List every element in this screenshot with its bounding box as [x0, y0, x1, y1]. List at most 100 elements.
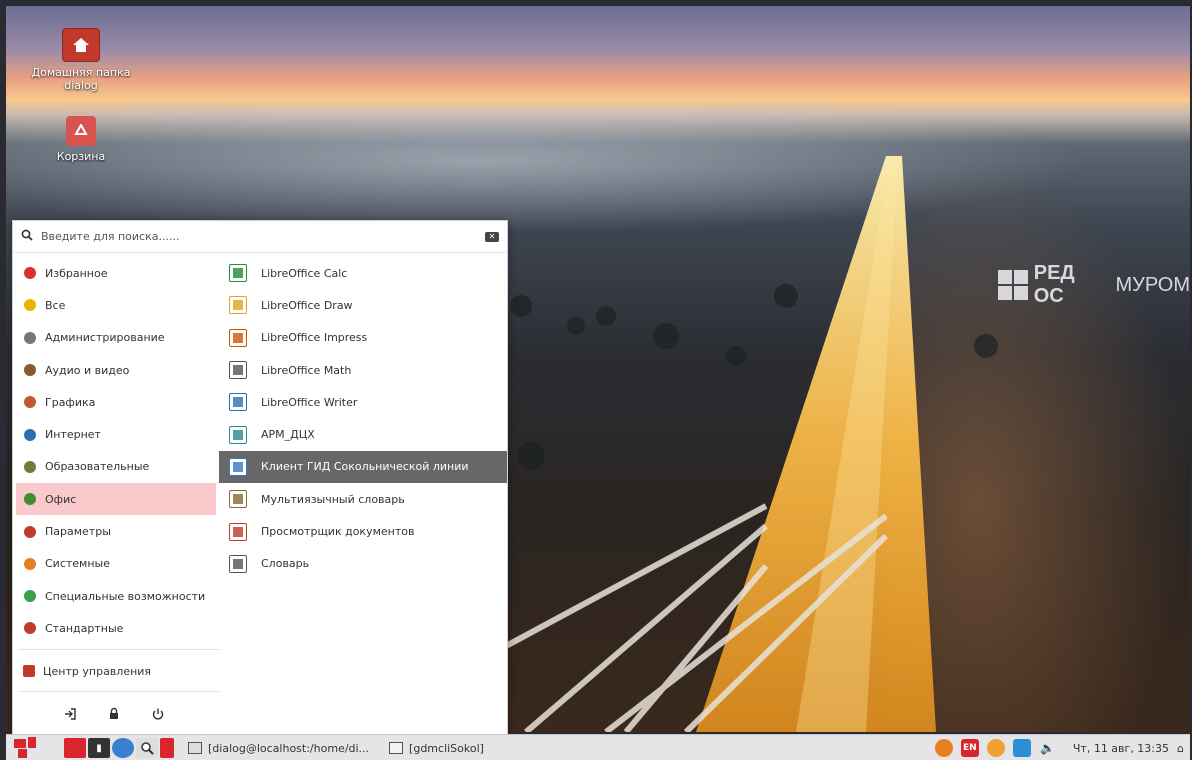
math-icon: [229, 361, 247, 380]
category-item[interactable]: Аудио и видео: [13, 354, 220, 386]
writer-icon: [229, 393, 247, 412]
category-label: Аудио и видео: [45, 363, 130, 377]
category-label: Параметры: [45, 525, 111, 539]
task-folder-label: [gdmcliSokol]: [409, 741, 484, 755]
document-viewer-icon: [229, 522, 247, 541]
app-item[interactable]: LibreOffice Math: [219, 354, 507, 386]
category-label: Образовательные: [45, 460, 150, 474]
system-icon: [23, 557, 37, 571]
app-item[interactable]: LibreOffice Draw: [219, 289, 507, 321]
gid-client-icon: [229, 457, 247, 476]
category-label: Специальные возможности: [45, 589, 206, 603]
office-icon: [23, 492, 37, 506]
taskbar-task-terminal[interactable]: [dialog@localhost:/home/di...: [182, 737, 375, 759]
category-list: Избранное Все Администрирование Аудио и вид…: [13, 257, 220, 645]
category-item[interactable]: Системные: [13, 548, 220, 580]
quick-launch: ▮: [64, 738, 174, 758]
control-center-icon: [23, 665, 35, 678]
calc-icon: [229, 264, 247, 283]
app-label: LibreOffice Writer: [261, 395, 358, 409]
media-icon: [23, 363, 37, 377]
power-icon[interactable]: [151, 707, 165, 725]
session-actions: [63, 707, 165, 725]
control-center-item[interactable]: Центр управления: [13, 655, 220, 687]
category-item[interactable]: Интернет: [13, 418, 220, 450]
keyboard-layout-indicator[interactable]: EN: [960, 739, 979, 757]
folder-icon: [389, 742, 404, 754]
app-label: LibreOffice Draw: [261, 298, 353, 312]
category-item[interactable]: Параметры: [13, 515, 220, 547]
start-menu-button[interactable]: [14, 737, 42, 759]
app-label: Словарь: [261, 557, 310, 571]
impress-icon: [229, 328, 247, 347]
arm-dch-icon: [229, 425, 247, 444]
accessories-icon: [23, 621, 37, 635]
logout-icon[interactable]: [63, 707, 77, 725]
category-label: Стандартные: [45, 621, 124, 635]
lock-icon[interactable]: [107, 707, 121, 725]
app-item[interactable]: LibreOffice Writer: [219, 386, 507, 418]
app-label: Клиент ГИД Сокольнической линии: [261, 460, 469, 474]
category-item[interactable]: Администрирование: [13, 322, 220, 354]
category-label: Все: [45, 298, 66, 312]
search-launcher-icon[interactable]: [136, 738, 158, 758]
control-center-row[interactable]: Центр управления: [13, 655, 220, 687]
category-item[interactable]: Все: [13, 289, 220, 321]
browser-launcher-icon[interactable]: [112, 738, 134, 758]
update-icon[interactable]: [934, 739, 953, 757]
clock[interactable]: Чт, 11 авг, 13:35: [1073, 742, 1169, 755]
app-item[interactable]: Словарь: [219, 548, 507, 580]
app-item[interactable]: АРМ_ДЦХ: [219, 418, 507, 450]
app-label: АРМ_ДЦХ: [261, 428, 315, 442]
category-label: Офис: [45, 492, 77, 506]
divider: [19, 691, 219, 692]
category-item[interactable]: Специальные возможности: [13, 580, 220, 612]
file-manager-launcher-icon[interactable]: [64, 738, 86, 758]
category-item[interactable]: Стандартные: [13, 612, 220, 644]
app-item[interactable]: Клиент ГИД Сокольнической линии: [219, 450, 507, 484]
taskbar: ▮ [dialog@localhost:/home/di... [gdmcliS…: [6, 734, 1190, 760]
category-label: Администрирование: [45, 331, 165, 345]
app-item[interactable]: Просмотрщик документов: [219, 515, 507, 547]
category-item[interactable]: Образовательные: [13, 451, 220, 483]
system-tray: EN 🔈 Чт, 11 авг, 13:35 ⌂: [934, 735, 1190, 760]
control-center-label: Центр управления: [43, 664, 152, 678]
notifications-icon[interactable]: [986, 739, 1005, 757]
show-desktop-icon[interactable]: ⌂: [1177, 742, 1184, 755]
category-item[interactable]: Графика: [13, 386, 220, 418]
taskbar-task-folder[interactable]: [gdmcliSokol]: [383, 737, 490, 759]
app-item[interactable]: LibreOffice Impress: [219, 322, 507, 354]
search-icon: [21, 229, 33, 244]
clear-search-icon[interactable]: ✕: [485, 231, 499, 242]
desktop: Домашняя папка dialog Корзина РЕД ОС МУР…: [6, 6, 1190, 760]
dictionary-icon: [229, 554, 247, 573]
palette-icon: [23, 395, 37, 409]
terminal-launcher-icon[interactable]: ▮: [88, 738, 110, 758]
divider: [19, 649, 219, 650]
search-input[interactable]: [39, 229, 479, 244]
multilingual-dictionary-icon: [229, 490, 247, 509]
heart-icon: [23, 266, 37, 280]
application-list: LibreOffice Calc LibreOffice Draw LibreOff…: [219, 257, 507, 580]
network-icon[interactable]: [1012, 739, 1031, 757]
category-label: Графика: [45, 395, 96, 409]
terminal-icon: [188, 742, 202, 754]
app-label: LibreOffice Calc: [261, 266, 348, 280]
app-label: LibreOffice Math: [261, 363, 352, 377]
volume-icon[interactable]: 🔈: [1039, 739, 1057, 757]
app-item[interactable]: LibreOffice Calc: [219, 257, 507, 289]
draw-icon: [229, 296, 247, 315]
tools-icon: [23, 331, 37, 345]
category-label: Системные: [45, 557, 110, 571]
app-item[interactable]: Мультиязычный словарь: [219, 483, 507, 515]
app-label: Просмотрщик документов: [261, 525, 415, 539]
app-label: LibreOffice Impress: [261, 331, 368, 345]
app-launcher-icon[interactable]: [160, 738, 174, 758]
category-item[interactable]: Офис: [16, 483, 216, 516]
settings-icon: [23, 525, 37, 539]
search-bar: ✕: [13, 221, 507, 253]
education-icon: [23, 460, 37, 474]
category-item[interactable]: Избранное: [13, 257, 220, 289]
globe-icon: [23, 428, 37, 442]
task-terminal-label: [dialog@localhost:/home/di...: [208, 741, 370, 755]
